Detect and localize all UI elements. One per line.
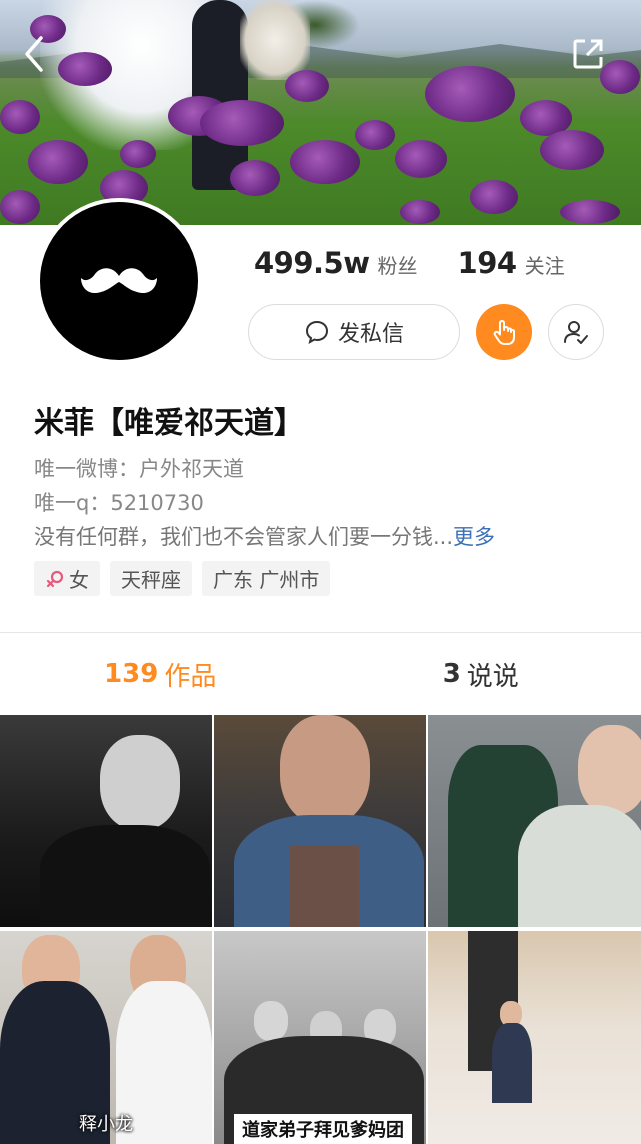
share-button[interactable] (568, 34, 608, 74)
hand-tap-button[interactable] (476, 304, 532, 360)
video-thumbnail[interactable] (428, 715, 641, 927)
more-link[interactable]: 更多 (453, 525, 495, 549)
share-icon (573, 39, 603, 69)
profile-name: 米菲【唯爱祁天道】 (34, 406, 304, 441)
thumbnail-caption: 道家弟子拜见爹妈团 (234, 1114, 412, 1144)
follow-button[interactable] (548, 304, 604, 360)
video-thumbnail[interactable] (0, 715, 212, 927)
cover-flower (120, 140, 156, 168)
tag-zodiac: 天秤座 (110, 561, 192, 596)
following-count[interactable]: 194 (458, 246, 518, 280)
cover-flower (58, 52, 112, 86)
cover-flower (0, 190, 40, 224)
content-tabs: 139 作品 3 说说 (0, 633, 641, 715)
bio-line-weibo: 唯一微博：户外祁天道 (34, 457, 244, 481)
tab-posts-label: 说说 (466, 661, 519, 692)
avatar[interactable] (36, 198, 202, 364)
cover-flower (395, 140, 447, 178)
female-icon (46, 570, 64, 587)
bio-line-qq: 唯一q：5210730 (34, 491, 204, 515)
chat-bubble-icon (305, 320, 328, 344)
stats-row: 499.5w 粉丝 194 关注 (254, 246, 565, 280)
cover-flower (0, 100, 40, 134)
followers-count[interactable]: 499.5w (254, 246, 370, 280)
user-check-icon (564, 321, 588, 344)
chevron-left-icon (25, 36, 43, 72)
tag-gender: 女 (34, 561, 100, 596)
tab-works[interactable]: 139 作品 (0, 633, 321, 715)
profile-tags: 女 天秤座 广东 广州市 (34, 561, 331, 596)
works-grid: 释小龙 道家弟子拜见爹妈团 (0, 715, 641, 1144)
back-button[interactable] (14, 34, 54, 74)
cover-flower (290, 140, 360, 184)
tag-gender-label: 女 (69, 568, 89, 592)
video-thumbnail[interactable]: 道家弟子拜见爹妈团 (214, 931, 426, 1144)
thumbnail-caption: 释小龙 (79, 1114, 133, 1135)
cover-flower (560, 200, 620, 224)
message-button-label: 发私信 (337, 322, 404, 347)
tab-works-count: 139 (104, 659, 159, 689)
cover-flower (230, 160, 280, 196)
cover-flower (28, 140, 88, 184)
hand-tap-icon (493, 320, 515, 345)
cover-image (0, 0, 641, 225)
cover-flower (355, 120, 395, 150)
tag-location: 广东 广州市 (202, 561, 331, 596)
cover-flower (400, 200, 440, 224)
message-button[interactable]: 发私信 (248, 304, 460, 360)
video-thumbnail[interactable]: 释小龙 (0, 931, 212, 1144)
following-label[interactable]: 关注 (525, 250, 565, 279)
cover-flower (285, 70, 329, 102)
cover-flower (200, 100, 284, 146)
followers-label[interactable]: 粉丝 (378, 250, 418, 279)
video-thumbnail[interactable] (214, 715, 426, 927)
cover-flower (540, 130, 604, 170)
bio-line-description: 没有任何群，我们也不会管家人们要一分钱...更多 (34, 521, 495, 551)
mustache-icon (81, 268, 157, 294)
cover-flower (425, 66, 515, 122)
video-thumbnail[interactable] (428, 931, 641, 1144)
tab-posts-count: 3 (442, 659, 461, 689)
cover-flower (470, 180, 518, 214)
tab-posts[interactable]: 3 说说 (321, 633, 641, 715)
bio-description-text: 没有任何群，我们也不会管家人们要一分钱... (34, 525, 454, 549)
tab-works-label: 作品 (164, 661, 217, 692)
cover-horse (240, 0, 310, 80)
